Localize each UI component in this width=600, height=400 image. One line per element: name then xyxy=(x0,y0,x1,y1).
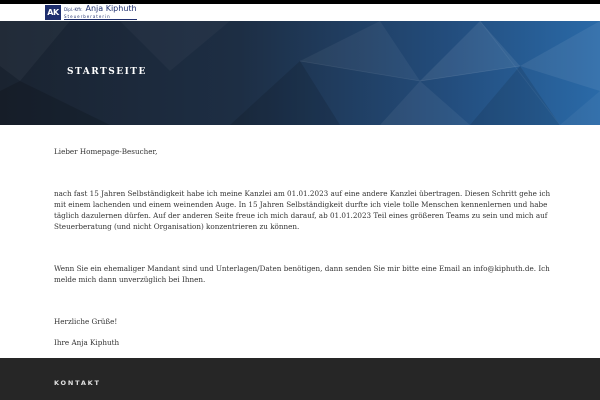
logo-name: Anja Kiphuth xyxy=(85,4,137,13)
signature-text: Ihre Anja Kiphuth xyxy=(54,338,120,347)
hero-banner: STARTSEITE xyxy=(0,21,600,125)
greeting-text: Lieber Homepage-Besucher, xyxy=(54,147,158,156)
logo-prefix: Dipl.-Kffr. xyxy=(64,7,83,12)
footer-contact-heading: KONTAKT xyxy=(54,379,101,387)
page-title: STARTSEITE xyxy=(67,67,147,77)
closing-text: Herzliche Grüße! xyxy=(54,317,118,326)
logo-mark: AK xyxy=(45,5,61,20)
paragraph-contact: Wenn Sie ein ehemaliger Mandant sind und… xyxy=(54,264,550,284)
site-logo[interactable]: AK Dipl.-Kffr. Anja Kiphuth Steuerberate… xyxy=(45,5,137,20)
paragraph-handover: nach fast 15 Jahren Selbständigkeit habe… xyxy=(54,189,551,231)
site-header: AK Dipl.-Kffr. Anja Kiphuth Steuerberate… xyxy=(0,4,600,21)
logo-subtitle: Steuerberaterin xyxy=(64,14,111,19)
site-footer: KONTAKT xyxy=(0,358,600,400)
logo-text: Dipl.-Kffr. Anja Kiphuth Steuerberaterin xyxy=(64,5,137,20)
